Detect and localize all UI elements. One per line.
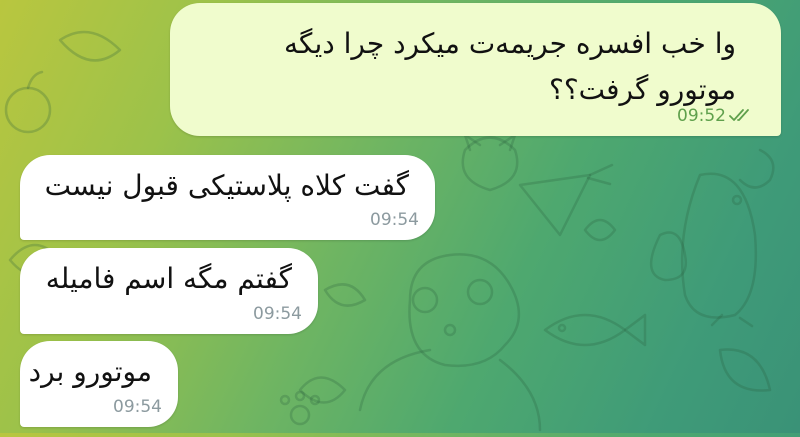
message-text: موتورو برد	[28, 355, 152, 388]
message-meta: 09:54	[253, 304, 302, 324]
message-meta: 09:52	[677, 106, 753, 126]
incoming-message-bubble[interactable]: گفتم مگه اسم فامیله 09:54	[20, 248, 318, 334]
message-text: گفتم مگه اسم فامیله	[45, 262, 292, 295]
message-time: 09:54	[113, 397, 162, 417]
outgoing-message-bubble[interactable]: وا خب افسره جریمه‌ت میکرد چرا دیگه موتور…	[170, 3, 781, 136]
message-text: گفت کلاه پلاستیکی قبول نیست	[44, 169, 409, 202]
message-text: وا خب افسره جریمه‌ت میکرد چرا دیگه موتور…	[284, 27, 736, 106]
message-meta: 09:54	[113, 397, 162, 417]
message-time: 09:54	[253, 304, 302, 324]
incoming-message-bubble[interactable]: موتورو برد 09:54	[20, 341, 178, 427]
double-check-icon	[729, 109, 749, 121]
incoming-message-bubble[interactable]: گفت کلاه پلاستیکی قبول نیست 09:54	[20, 155, 435, 240]
message-meta: 09:54	[370, 210, 419, 230]
message-time: 09:52	[677, 106, 726, 126]
message-time: 09:54	[370, 210, 419, 230]
